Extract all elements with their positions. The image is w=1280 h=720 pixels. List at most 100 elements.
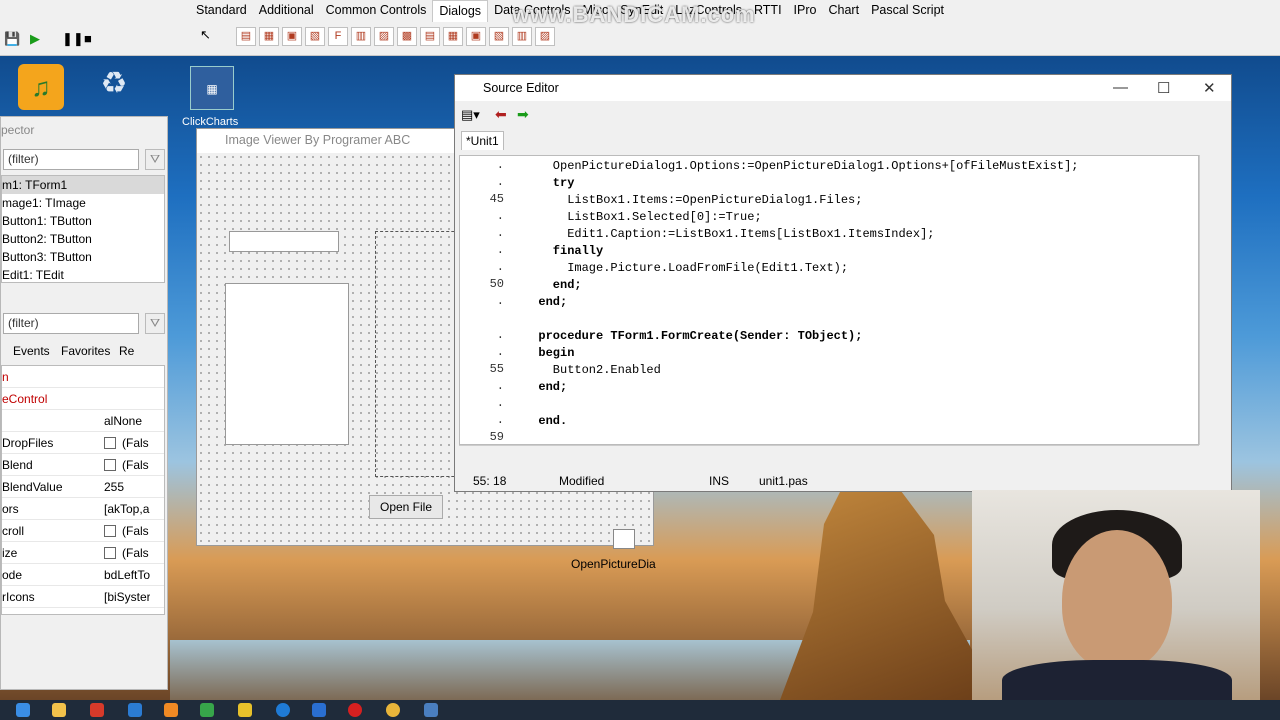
lazarus-icon[interactable] <box>424 703 438 717</box>
run-icon[interactable]: ▶ <box>30 31 40 47</box>
code-line[interactable]: ListBox1.Selected[0]:=True; <box>524 209 761 226</box>
component-icon[interactable]: ▥ <box>512 27 532 46</box>
component-icon[interactable]: ▤ <box>236 27 256 46</box>
app-icon[interactable] <box>238 703 252 717</box>
component-icon[interactable]: F <box>328 27 348 46</box>
code-line[interactable]: procedure TForm1.FormCreate(Sender: TObj… <box>524 328 862 345</box>
component-icon[interactable]: ▣ <box>282 27 302 46</box>
code-line[interactable]: OpenPictureDialog1.Options:=OpenPictureD… <box>524 158 1079 175</box>
checkbox[interactable] <box>104 459 116 471</box>
horizontal-scrollbar[interactable] <box>459 445 1199 461</box>
listbox1-control[interactable] <box>225 283 349 445</box>
close-icon[interactable]: ✕ <box>1203 79 1216 97</box>
property-row[interactable]: Blend (Fals <box>2 454 164 476</box>
component-icon[interactable]: ▨ <box>535 27 555 46</box>
property-row[interactable]: rIcons [biSyster <box>2 586 164 608</box>
pause-icon[interactable]: ❚❚ <box>62 31 84 47</box>
code-line[interactable]: end. <box>524 413 567 430</box>
tab-restricted[interactable]: Re <box>119 344 134 358</box>
stop-icon[interactable]: ■ <box>84 31 92 46</box>
component-icon[interactable]: ▧ <box>305 27 325 46</box>
maximize-icon[interactable]: ☐ <box>1157 79 1170 97</box>
code-line[interactable]: ListBox1.Items:=OpenPictureDialog1.Files… <box>524 192 862 209</box>
component-icon[interactable]: ▣ <box>466 27 486 46</box>
mail-icon[interactable] <box>128 703 142 717</box>
property-value[interactable]: bdLeftTo <box>104 564 150 586</box>
tab-unit1[interactable]: *Unit1 <box>461 131 504 150</box>
property-row[interactable]: croll (Fals <box>2 520 164 542</box>
pointer-icon[interactable]: ↖ <box>200 27 211 43</box>
component-icon[interactable]: ▦ <box>259 27 279 46</box>
bandicam-icon[interactable] <box>348 703 362 717</box>
checkbox[interactable] <box>104 547 116 559</box>
music-app-icon[interactable]: ♫ <box>18 64 64 110</box>
palette-tab[interactable]: Additional <box>253 0 320 22</box>
component-icon[interactable]: ▦ <box>443 27 463 46</box>
code-line[interactable]: begin <box>524 345 574 362</box>
app-icon[interactable] <box>90 703 104 717</box>
property-row[interactable]: DropFiles (Fals <box>2 432 164 454</box>
code-editor[interactable]: . OpenPictureDialog1.Options:=OpenPictur… <box>459 155 1199 445</box>
property-row[interactable]: n <box>2 366 164 388</box>
app-icon[interactable] <box>200 703 214 717</box>
clear-filter-icon[interactable]: ⛛ <box>145 313 165 334</box>
recycle-bin-icon[interactable]: ♻ <box>96 66 132 106</box>
property-row[interactable]: BlendValue 255 <box>2 476 164 498</box>
forward-arrow-icon[interactable]: ➡ <box>517 106 529 123</box>
edit1-control[interactable] <box>229 231 339 252</box>
start-icon[interactable] <box>16 703 30 717</box>
palette-tab[interactable]: Standard <box>190 0 253 22</box>
editor-menu-icon[interactable]: ▤▾ <box>461 107 480 123</box>
property-value[interactable]: [biSyster <box>104 586 150 608</box>
property-row[interactable]: ize (Fals <box>2 542 164 564</box>
minimize-icon[interactable]: — <box>1113 79 1128 96</box>
code-line[interactable]: end; <box>524 379 567 396</box>
property-value[interactable]: (Fals <box>122 542 168 564</box>
property-value[interactable]: (Fals <box>122 520 168 542</box>
palette-tab[interactable]: Dialogs <box>432 0 489 22</box>
code-line[interactable]: end; <box>524 277 582 294</box>
palette-tab[interactable]: IPro <box>788 0 823 22</box>
property-value[interactable]: alNone <box>104 410 150 432</box>
component-icon[interactable]: ▩ <box>397 27 417 46</box>
edge-icon[interactable] <box>276 703 290 717</box>
tree-item[interactable]: Button2: TButton <box>2 230 164 248</box>
component-icon[interactable]: ▤ <box>420 27 440 46</box>
vlc-icon[interactable] <box>164 703 178 717</box>
checkbox[interactable] <box>104 437 116 449</box>
checkbox[interactable] <box>104 525 116 537</box>
vertical-scrollbar[interactable] <box>1199 155 1217 445</box>
tree-item[interactable]: Button1: TButton <box>2 212 164 230</box>
back-arrow-icon[interactable]: ⬅ <box>495 106 507 123</box>
code-line[interactable]: Button2.Enabled <box>524 362 661 379</box>
palette-tab[interactable]: Pascal Script <box>865 0 950 22</box>
file-explorer-icon[interactable] <box>52 703 66 717</box>
tab-events[interactable]: Events <box>13 344 50 358</box>
save-icon[interactable]: 💾 <box>4 31 20 47</box>
tab-favorites[interactable]: Favorites <box>61 344 110 358</box>
property-row[interactable]: eControl <box>2 388 164 410</box>
property-row[interactable]: ors [akTop,a <box>2 498 164 520</box>
code-line[interactable]: finally <box>524 243 603 260</box>
property-value[interactable]: [akTop,a <box>104 498 150 520</box>
code-line[interactable]: try <box>524 175 575 192</box>
property-row[interactable]: ode bdLeftTo <box>2 564 164 586</box>
property-value[interactable]: (Fals <box>122 454 168 476</box>
clickcharts-icon[interactable]: ▦ <box>190 66 234 110</box>
component-filter-input[interactable]: (filter) <box>3 149 139 170</box>
open-picture-dialog-icon[interactable] <box>613 529 635 549</box>
component-icon[interactable]: ▥ <box>351 27 371 46</box>
code-line[interactable]: Image.Picture.LoadFromFile(Edit1.Text); <box>524 260 848 277</box>
tree-item[interactable]: Button3: TButton <box>2 248 164 266</box>
code-line[interactable]: end; <box>524 294 567 311</box>
palette-tab[interactable]: Common Controls <box>320 0 433 22</box>
property-filter-input[interactable]: (filter) <box>3 313 139 334</box>
property-row[interactable]: alNone <box>2 410 164 432</box>
app-icon[interactable] <box>312 703 326 717</box>
component-icon[interactable]: ▧ <box>489 27 509 46</box>
palette-tab[interactable]: Chart <box>822 0 865 22</box>
tree-item[interactable]: mage1: TImage <box>2 194 164 212</box>
code-line[interactable]: Edit1.Caption:=ListBox1.Items[ListBox1.I… <box>524 226 934 243</box>
clear-filter-icon[interactable]: ⛛ <box>145 149 165 170</box>
open-file-button[interactable]: Open File <box>369 495 443 519</box>
